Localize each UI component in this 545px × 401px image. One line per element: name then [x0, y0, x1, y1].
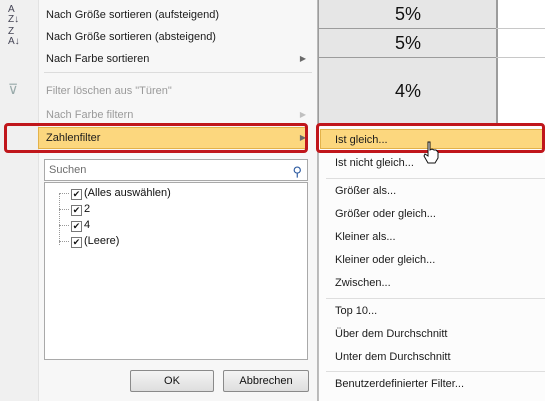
ok-button[interactable]: OK	[130, 370, 214, 392]
menu-item-label: Nach Größe sortieren (absteigend)	[46, 31, 216, 43]
list-item-label: (Alles auswählen)	[84, 187, 171, 199]
submenu-item-not-equals[interactable]: Ist nicht gleich...	[335, 153, 545, 173]
submenu-item-above-average[interactable]: Über dem Durchschnitt	[335, 324, 545, 344]
grid-line	[496, 57, 545, 58]
cancel-button[interactable]: Abbrechen	[223, 370, 309, 392]
sort-ascending-icon: A Z↓	[8, 4, 20, 25]
submenu-arrow-icon: ▶	[299, 54, 306, 63]
list-item-label: 4	[84, 219, 91, 231]
menu-separator	[326, 178, 545, 179]
tree-line	[59, 193, 60, 245]
checkbox-checked-icon[interactable]: ✔	[71, 221, 82, 232]
tree-line	[59, 241, 69, 242]
grid-line	[496, 28, 545, 29]
checkbox-checked-icon[interactable]: ✔	[71, 189, 82, 200]
sort-descending-icon: Z A↓	[8, 26, 20, 47]
tree-line	[59, 209, 69, 210]
menu-icon-gutter	[0, 0, 39, 401]
grid-line	[496, 0, 497, 125]
tree-line	[59, 225, 69, 226]
menu-item-label: Nach Größe sortieren (aufsteigend)	[46, 9, 220, 21]
search-input[interactable]: Suchen ⚲	[44, 159, 308, 181]
menu-separator	[326, 371, 545, 372]
list-item[interactable]: ✔ 2	[71, 202, 90, 216]
value-list: ✔ (Alles auswählen) ✔ 2 ✔ 4 ✔ (Leere)	[44, 182, 308, 360]
list-item[interactable]: ✔ 4	[71, 218, 90, 232]
menu-separator	[326, 298, 545, 299]
submenu-item-less-equal[interactable]: Kleiner oder gleich...	[335, 250, 545, 270]
list-item[interactable]: ✔ (Alles auswählen)	[71, 186, 171, 200]
tree-line	[59, 193, 69, 194]
submenu-item-less[interactable]: Kleiner als...	[335, 227, 545, 247]
submenu-item-below-average[interactable]: Unter dem Durchschnitt	[335, 347, 545, 367]
checkbox-checked-icon[interactable]: ✔	[71, 237, 82, 248]
list-item-label: 2	[84, 203, 91, 215]
menu-item-label: Nach Farbe sortieren	[46, 53, 150, 65]
annotation-highlight-box	[4, 123, 308, 153]
checkbox-checked-icon[interactable]: ✔	[71, 205, 82, 216]
submenu-item-custom-filter[interactable]: Benutzerdefinierter Filter...	[335, 374, 545, 394]
sort-descending-item[interactable]: Nach Größe sortieren (absteigend)	[38, 27, 318, 47]
search-icon: ⚲	[292, 164, 302, 179]
clear-filter-item: Filter löschen aus "Türen"	[38, 81, 318, 101]
list-item[interactable]: ✔ (Leere)	[71, 234, 119, 248]
menu-item-label: Filter löschen aus "Türen"	[46, 85, 172, 97]
clear-filter-icon: ⊽	[8, 81, 19, 97]
list-item-label: (Leere)	[84, 235, 120, 247]
submenu-item-top10[interactable]: Top 10...	[335, 301, 545, 321]
hand-cursor-icon	[423, 141, 439, 164]
cell-value[interactable]: 5%	[318, 0, 498, 29]
menu-item-label: Nach Farbe filtern	[46, 109, 134, 121]
sort-ascending-item[interactable]: Nach Größe sortieren (aufsteigend)	[38, 5, 318, 25]
sort-by-color-item[interactable]: Nach Farbe sortieren ▶	[38, 49, 318, 69]
cell-value[interactable]: 5%	[318, 29, 498, 58]
submenu-item-greater[interactable]: Größer als...	[335, 181, 545, 201]
search-placeholder: Suchen	[49, 164, 87, 176]
filter-by-color-item: Nach Farbe filtern ▶	[38, 105, 318, 125]
submenu-item-between[interactable]: Zwischen...	[335, 273, 545, 293]
menu-separator	[44, 72, 312, 73]
submenu-arrow-icon: ▶	[299, 110, 306, 119]
cell-value[interactable]: 4%	[318, 58, 498, 125]
submenu-item-greater-equal[interactable]: Größer oder gleich...	[335, 204, 545, 224]
